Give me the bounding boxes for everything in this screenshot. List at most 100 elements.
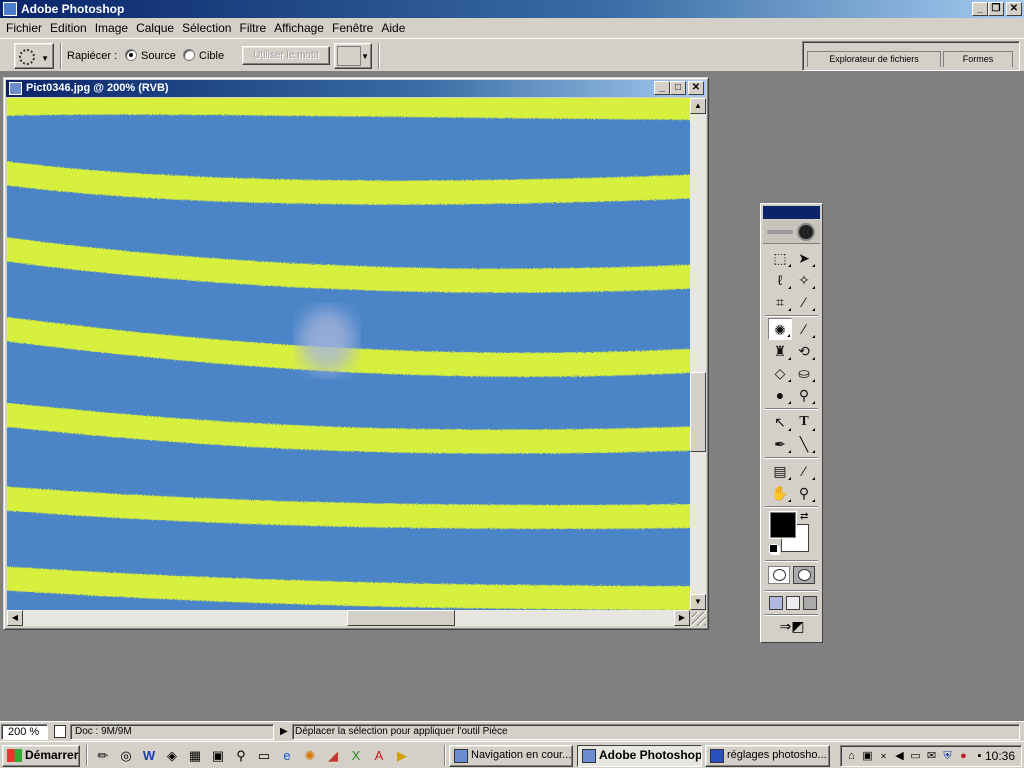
minimize-button[interactable]: _ [972, 2, 988, 16]
cible-label[interactable]: Cible [199, 50, 224, 62]
hand-icon[interactable]: ✋ [768, 482, 792, 504]
cible-radio[interactable] [183, 49, 195, 61]
quicklaunch-ie-icon[interactable]: e [278, 747, 296, 764]
standard-mode-button[interactable] [768, 566, 790, 584]
menu-fichier[interactable]: Fichier [2, 21, 46, 35]
tray-mail-icon[interactable]: ✉ [924, 749, 939, 764]
doc-minimize-button[interactable]: _ [654, 81, 670, 95]
pen-icon[interactable]: ✒ [768, 433, 792, 455]
marquee-icon[interactable]: ⬚ [768, 247, 792, 269]
standard-screen-icon[interactable] [769, 596, 783, 610]
task-navigation[interactable]: Navigation en cour... [449, 745, 573, 767]
quicklaunch-browser-icon[interactable]: ✺ [301, 747, 319, 764]
magic-wand-icon[interactable]: ✧ [792, 269, 816, 291]
bucket-icon[interactable]: ⛀ [792, 362, 816, 384]
menu-fenetre[interactable]: Fenêtre [328, 21, 377, 35]
task-reglages[interactable]: réglages photosho... [705, 745, 830, 767]
resize-grip[interactable] [692, 612, 706, 626]
tray-monitor-icon[interactable]: ▣ [860, 749, 875, 764]
path-select-icon[interactable]: ↖ [768, 411, 792, 433]
quicklaunch-winamp-icon[interactable]: ▶ [393, 747, 411, 764]
adobe-online-button[interactable] [763, 220, 820, 244]
source-radio[interactable] [125, 49, 137, 61]
scroll-up-button[interactable]: ▲ [690, 98, 706, 114]
quicklaunch-search-icon[interactable]: ⚲ [232, 747, 250, 764]
image-canvas[interactable] [7, 98, 690, 610]
vertical-scrollbar[interactable]: ▲ ▼ [690, 98, 706, 610]
quicklaunch-excel-icon[interactable]: X [347, 747, 365, 764]
jump-to-imageready-icon[interactable]: ⇒◩ [773, 618, 811, 638]
document-info-icon[interactable] [54, 725, 66, 738]
start-button[interactable]: Démarrer [2, 745, 80, 767]
type-icon[interactable]: T [792, 411, 816, 433]
status-arrow-icon[interactable]: ▶ [280, 726, 288, 737]
tab-file-browser[interactable]: Explorateur de fichiers [807, 51, 941, 67]
doc-close-button[interactable]: ✕ [688, 81, 704, 95]
tray-display-icon[interactable]: ▭ [908, 749, 923, 764]
move-icon[interactable]: ➤ [792, 247, 816, 269]
eraser-icon[interactable]: ◇ [768, 362, 792, 384]
menu-selection[interactable]: Sélection [178, 21, 235, 35]
quicklaunch-calc-icon[interactable]: ▦ [186, 747, 204, 764]
document-size[interactable]: Doc : 9M/9M [70, 724, 274, 740]
quicklaunch-paint-icon[interactable]: ◢ [324, 747, 342, 764]
full-screen-icon[interactable] [803, 596, 817, 610]
menu-edition[interactable]: Edition [46, 21, 91, 35]
crop-icon[interactable]: ⌗ [768, 291, 792, 313]
close-button[interactable]: ✕ [1006, 2, 1022, 16]
tray-shield-icon[interactable]: ⛨ [940, 749, 955, 764]
foreground-color-swatch[interactable] [769, 511, 797, 539]
full-screen-menu-icon[interactable] [786, 596, 800, 610]
vertical-scroll-thumb[interactable] [690, 372, 706, 452]
toolbox-title-bar[interactable] [763, 206, 820, 219]
slice-icon[interactable]: ⁄ [792, 291, 816, 313]
stamp-icon[interactable]: ♜ [768, 340, 792, 362]
zoom-field[interactable]: 200 % [1, 724, 48, 740]
quicklaunch-folder-icon[interactable]: ▣ [209, 747, 227, 764]
app-title-bar[interactable]: Adobe Photoshop _ ❐ ✕ [0, 0, 1024, 18]
quicklaunch-pencil-icon[interactable]: ✏ [94, 747, 112, 764]
scroll-left-button[interactable]: ◀ [7, 610, 23, 626]
quick-mask-button[interactable] [793, 566, 815, 584]
quicklaunch-media-icon[interactable]: ▭ [255, 747, 273, 764]
quicklaunch-outlook-icon[interactable]: ◎ [117, 747, 135, 764]
menu-image[interactable]: Image [91, 21, 132, 35]
use-pattern-button[interactable]: Utiliser le motif [242, 46, 330, 65]
clock[interactable]: 10:36 [985, 749, 1015, 763]
scroll-right-button[interactable]: ▶ [674, 610, 690, 626]
tray-antivirus-icon[interactable]: ● [956, 749, 971, 764]
source-label[interactable]: Source [141, 50, 176, 62]
quicklaunch-cube-icon[interactable]: ◈ [163, 747, 181, 764]
eyedropper-icon[interactable]: ⁄ [792, 460, 816, 482]
doc-maximize-button[interactable]: □ [670, 81, 686, 95]
horizontal-scrollbar[interactable]: ◀ ▶ [7, 610, 690, 626]
restore-button[interactable]: ❐ [988, 2, 1004, 16]
tray-volume-icon[interactable]: ◀ [892, 749, 907, 764]
pattern-picker[interactable]: ▼ [334, 43, 372, 69]
menu-aide[interactable]: Aide [377, 21, 409, 35]
dodge-icon[interactable]: ⚲ [792, 384, 816, 406]
quicklaunch-word-icon[interactable]: W [140, 747, 158, 764]
tray-network-icon[interactable]: ⌂ [844, 749, 859, 764]
document-title-bar[interactable]: Pict0346.jpg @ 200% (RVB) _ □ ✕ [6, 80, 706, 97]
tray-soft-icon[interactable]: ✕ [876, 749, 891, 764]
history-brush-icon[interactable]: ⟲ [792, 340, 816, 362]
patch-icon[interactable]: ✺ [768, 318, 792, 340]
menu-calque[interactable]: Calque [132, 21, 178, 35]
tab-brushes[interactable]: Formes [943, 51, 1013, 67]
tool-preset-picker[interactable]: ▼ [14, 43, 54, 69]
zoom-icon[interactable]: ⚲ [792, 482, 816, 504]
task-photoshop[interactable]: Adobe Photoshop [577, 745, 702, 767]
scroll-down-button[interactable]: ▼ [690, 594, 706, 610]
line-icon[interactable]: ╲ [792, 433, 816, 455]
blur-icon[interactable]: ● [768, 384, 792, 406]
brush-icon[interactable]: ∕ [792, 318, 816, 340]
lasso-icon[interactable]: ℓ [768, 269, 792, 291]
swap-colors-icon[interactable]: ⇄ [800, 511, 808, 522]
horizontal-scroll-thumb[interactable] [347, 610, 455, 626]
notes-icon[interactable]: ▤ [768, 460, 792, 482]
menu-filtre[interactable]: Filtre [235, 21, 270, 35]
default-colors-icon[interactable] [769, 544, 778, 553]
quicklaunch-acrobat-icon[interactable]: A [370, 747, 388, 764]
menu-affichage[interactable]: Affichage [270, 21, 328, 35]
